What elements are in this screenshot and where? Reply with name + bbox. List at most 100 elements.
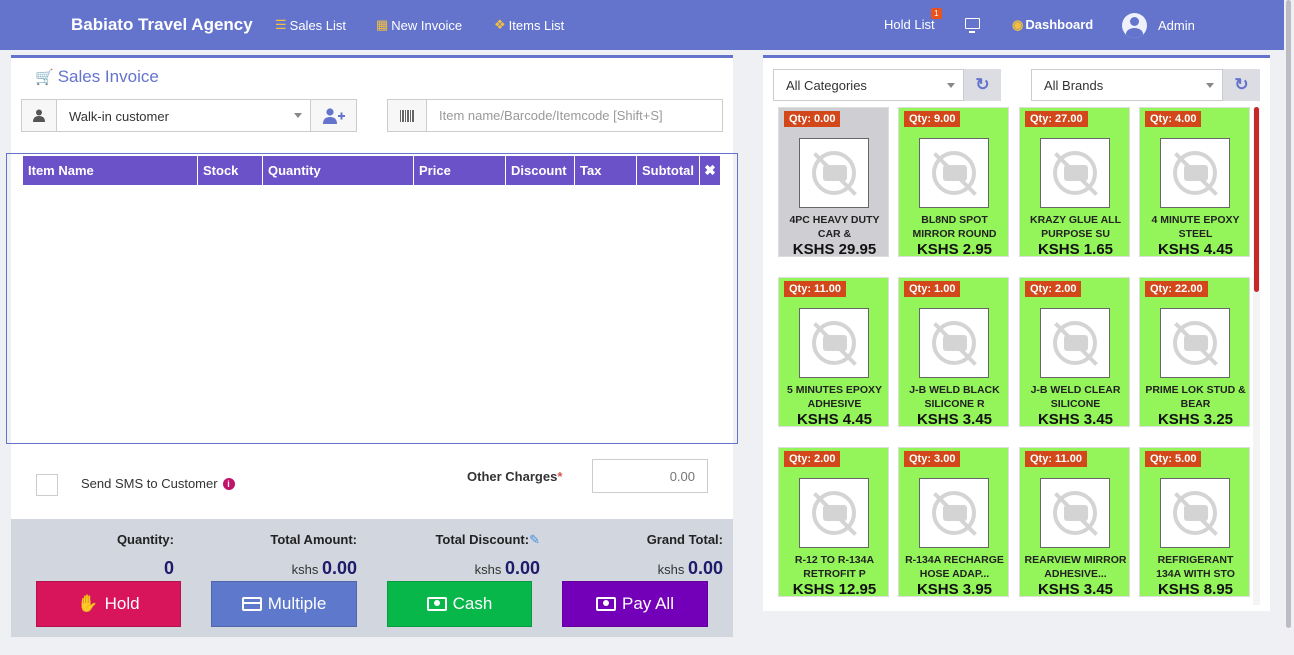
product-card[interactable]: Qty: 11.00 5 MINUTES EPOXY ADHESIVE KSHS 4… [778, 277, 889, 428]
edit-icon[interactable]: ✎ [529, 532, 540, 547]
hold-button[interactable]: ✋ Hold [36, 581, 181, 627]
quantity-value-number: 0 [163, 558, 174, 578]
product-price: KSHS 3.45 [1037, 411, 1114, 428]
info-icon[interactable]: i [222, 477, 235, 490]
customer-select-value: Walk-in customer [69, 109, 169, 124]
no-image-icon [919, 138, 989, 208]
user-icon [21, 99, 57, 132]
product-price: KSHS 3.45 [916, 411, 993, 428]
nav-items-list-label: Items List [508, 17, 565, 33]
other-charges-label: Other Charges* [467, 469, 562, 484]
product-card[interactable]: Qty: 22.00 PRIME LOK STUD & BEAR KSHS 3.25 [1139, 277, 1250, 428]
brand-select-value: All Brands [1044, 78, 1104, 93]
chevron-down-icon [1206, 83, 1214, 88]
no-image-icon [1160, 138, 1230, 208]
product-name: PRIME LOK STUD & BEAR [1145, 384, 1246, 410]
nav-new-invoice[interactable]: ▦ New Invoice [376, 17, 462, 33]
product-name: 4PC HEAVY DUTY CAR & [789, 214, 880, 240]
avatar-head [1130, 17, 1139, 26]
no-image-icon [799, 308, 869, 378]
no-image-icon [1160, 478, 1230, 548]
product-name: 4 MINUTE EPOXY STEEL [1151, 214, 1240, 240]
grand-total-value: kshs 0.00 [600, 558, 723, 579]
product-price: KSHS 4.45 [796, 411, 873, 428]
product-card[interactable]: Qty: 0.00 4PC HEAVY DUTY CAR & KSHS 29.95 [778, 107, 889, 258]
user-name[interactable]: Admin [1158, 18, 1195, 33]
product-price: KSHS 4.45 [1157, 241, 1234, 258]
required-marker: * [557, 469, 563, 484]
product-name: R-12 TO R-134A RETROFIT P [794, 554, 875, 580]
multiple-button[interactable]: Multiple [211, 581, 357, 627]
category-select[interactable]: All Categories [773, 69, 964, 101]
qty-badge: Qty: 4.00 [1145, 111, 1202, 127]
sms-checkbox[interactable] [36, 474, 58, 496]
money-icon [426, 597, 447, 611]
product-name: J-B WELD CLEAR SILICONE [1030, 384, 1121, 410]
page-scrollbar-thumb[interactable] [1286, 0, 1291, 628]
add-customer-button[interactable] [310, 99, 357, 132]
product-card[interactable]: Qty: 11.00 REARVIEW MIRROR ADHESIVE... KSH… [1019, 447, 1130, 598]
pay-all-button-label: Pay All [622, 594, 674, 613]
no-image-icon [1040, 478, 1110, 548]
nav-new-invoice-label: New Invoice [391, 17, 463, 33]
product-card[interactable]: Qty: 5.00 REFRIGERANT 134A WITH STO KSHS 8… [1139, 447, 1250, 598]
hold-list-link[interactable]: Hold List 1 [884, 8, 942, 32]
qty-badge: Qty: 2.00 [784, 451, 841, 467]
other-charges-input[interactable] [592, 459, 708, 493]
brand-select[interactable]: All Brands [1031, 69, 1223, 101]
product-price: KSHS 1.65 [1037, 241, 1114, 258]
monitor-icon[interactable] [965, 18, 980, 33]
brand-refresh-button[interactable]: ↻ [1223, 69, 1260, 101]
cubes-icon: ❖ [494, 17, 506, 32]
pay-all-button[interactable]: Pay All [562, 581, 708, 627]
quantity-value: 0 [60, 558, 174, 579]
product-card[interactable]: Qty: 9.00 BL8ND SPOT MIRROR ROUND KSHS 2.9… [898, 107, 1009, 258]
cash-button[interactable]: Cash [387, 581, 532, 627]
dashboard-icon: ◉ [1012, 17, 1024, 32]
sms-label-text: Send SMS to Customer [81, 476, 218, 491]
nav-sales-list-label: Sales List [289, 17, 347, 33]
nav-items-list[interactable]: ❖ Items List [494, 17, 564, 33]
customer-select[interactable]: Walk-in customer [56, 99, 311, 132]
no-image-icon [1040, 308, 1110, 378]
qty-badge: Qty: 0.00 [784, 111, 841, 127]
invoice-title-text: Sales Invoice [57, 67, 159, 86]
product-card[interactable]: Qty: 4.00 4 MINUTE EPOXY STEEL KSHS 4.45 [1139, 107, 1250, 258]
item-search-input[interactable] [426, 99, 723, 132]
product-name: J-B WELD BLACK SILICONE R [909, 384, 1000, 410]
list-icon: ☰ [275, 17, 287, 32]
product-card[interactable]: Qty: 2.00 J-B WELD CLEAR SILICONE KSHS 3.4… [1019, 277, 1130, 428]
category-refresh-button[interactable]: ↻ [964, 69, 1001, 101]
th-item-name: Item Name [23, 156, 198, 185]
dashboard-link[interactable]: ◉ Dashboard [1012, 17, 1093, 33]
total-discount-value: kshs 0.00 [400, 558, 540, 579]
grand-total-label: Grand Total: [646, 532, 723, 547]
qty-badge: Qty: 2.00 [1025, 281, 1082, 297]
product-card[interactable]: Qty: 27.00 KRAZY GLUE ALL PURPOSE SU KSHS … [1019, 107, 1130, 258]
total-amount-label: Total Amount: [270, 532, 357, 547]
product-price: KSHS 3.95 [916, 581, 993, 598]
chevron-down-icon [294, 113, 302, 118]
nav-sales-list[interactable]: ☰ Sales List [275, 17, 346, 33]
currency-unit: kshs [291, 562, 319, 577]
product-card[interactable]: Qty: 1.00 J-B WELD BLACK SILICONE R KSHS 3… [898, 277, 1009, 428]
product-card[interactable]: Qty: 3.00 R-134A RECHARGE HOSE ADAP... KSH… [898, 447, 1009, 598]
product-name: 5 MINUTES EPOXY ADHESIVE [786, 384, 883, 410]
qty-badge: Qty: 11.00 [784, 281, 846, 297]
product-price: KSHS 8.95 [1157, 581, 1234, 598]
product-card[interactable]: Qty: 2.00 R-12 TO R-134A RETROFIT P KSHS 1… [778, 447, 889, 598]
quantity-label: Quantity: [116, 532, 174, 547]
hand-icon: ✋ [77, 594, 99, 613]
product-name: REFRIGERANT 134A WITH STO [1156, 554, 1235, 580]
cart-icon: 🛒 [35, 69, 54, 86]
brand-name[interactable]: Babiato Travel Agency [71, 15, 253, 35]
qty-badge: Qty: 5.00 [1145, 451, 1202, 467]
money-icon [596, 597, 616, 611]
avatar[interactable] [1122, 13, 1147, 38]
hold-list-label: Hold List [884, 17, 935, 32]
hold-button-label: Hold [104, 594, 140, 613]
product-price: KSHS 12.95 [792, 581, 877, 598]
clear-all-icon[interactable]: ✖ [700, 156, 721, 185]
product-grid-scrollbar-thumb[interactable] [1254, 107, 1259, 292]
user-plus-icon [322, 107, 345, 124]
